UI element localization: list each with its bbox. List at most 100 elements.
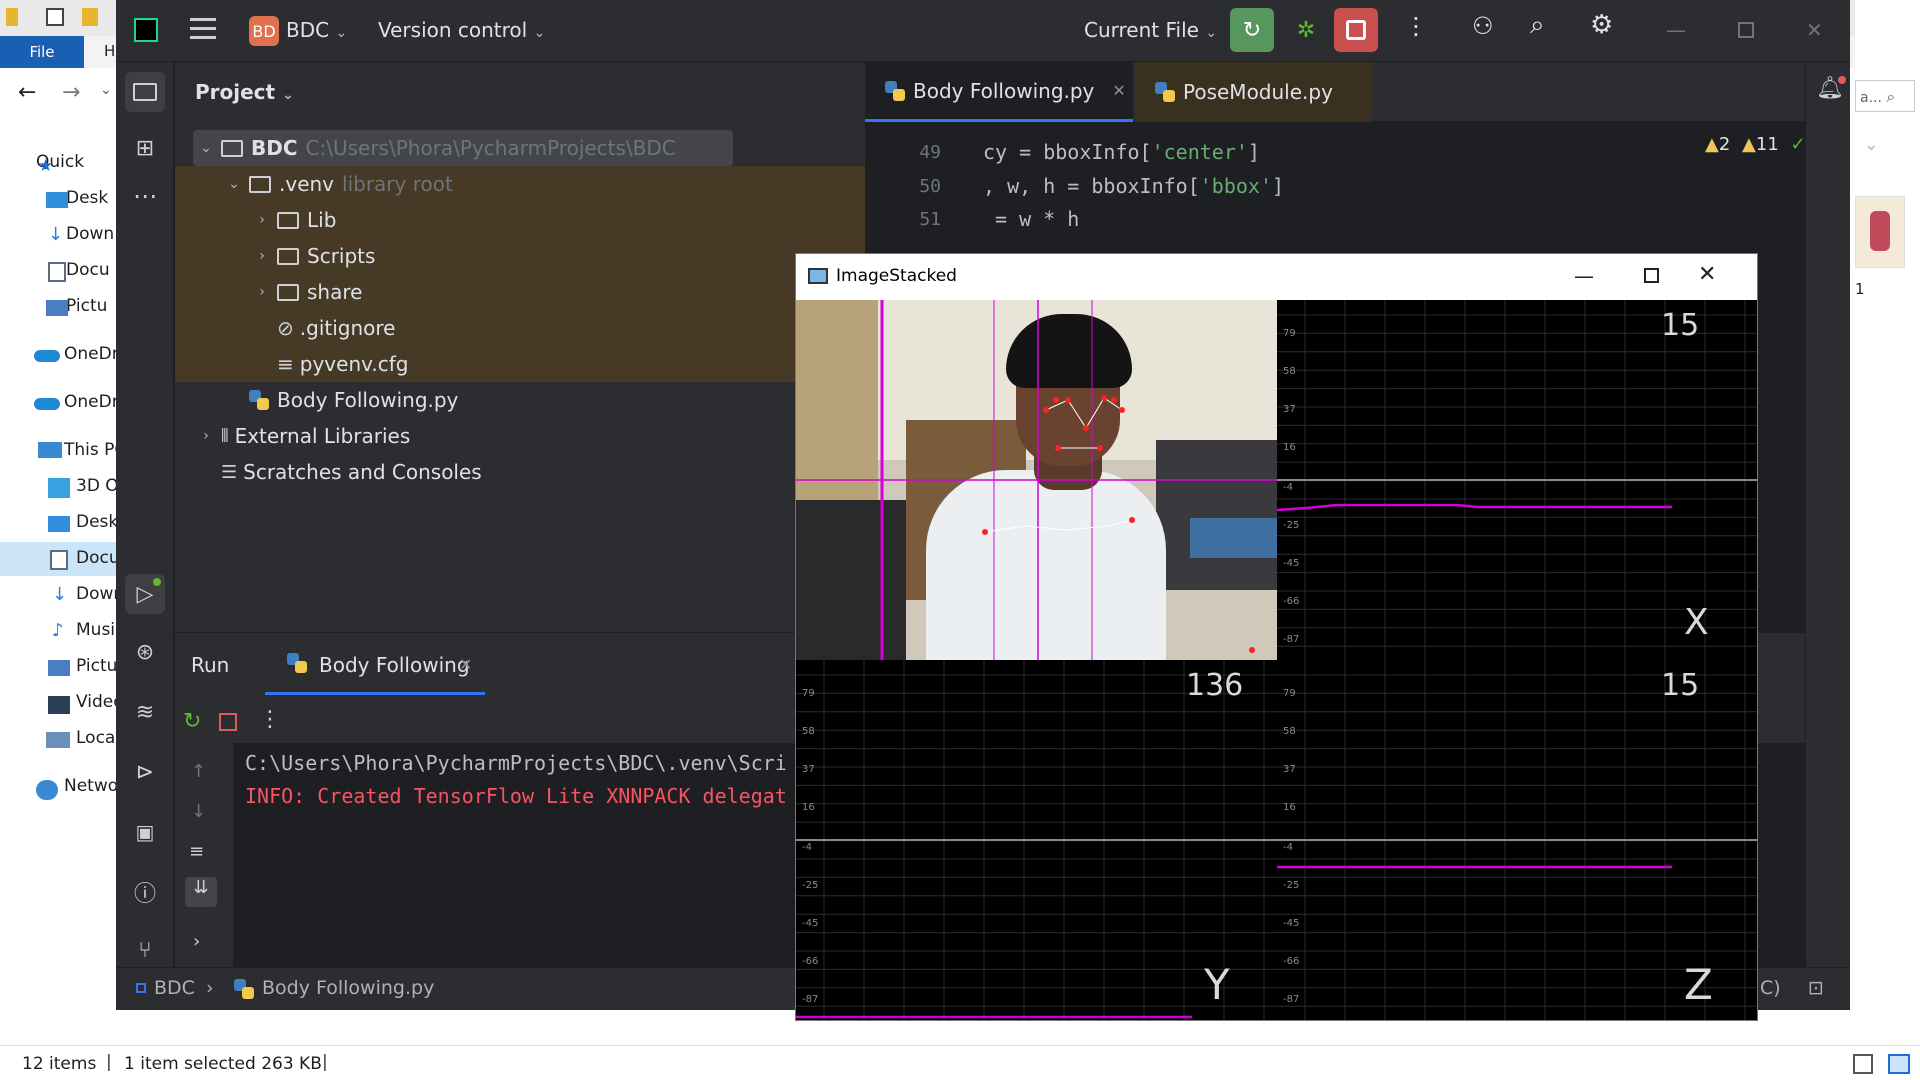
tick-label: 16 xyxy=(1283,442,1296,453)
large-icons-view-icon[interactable] xyxy=(1888,1054,1910,1074)
search-box[interactable]: a... ⌕ xyxy=(1855,80,1915,112)
notifications-bell-icon[interactable]: 🔔︎ xyxy=(1816,76,1846,101)
tab-label: Body Following.py xyxy=(913,78,1095,103)
status-separator: | xyxy=(106,1052,112,1072)
terminal-icon[interactable]: ▣ xyxy=(125,812,165,852)
close-tab-icon[interactable]: ✕ xyxy=(1112,81,1125,100)
tree-item-pyvenv-cfg[interactable]: ≡ pyvenv.cfg xyxy=(277,346,409,382)
run-config-selector[interactable]: Current File ⌄ xyxy=(1084,18,1217,42)
folder-icon[interactable] xyxy=(82,8,98,26)
project-badge[interactable]: BD xyxy=(249,16,279,46)
selection-info: 1 item selected 263 KB xyxy=(124,1054,322,1074)
services-icon[interactable]: ⊳ xyxy=(125,752,165,792)
stop-button[interactable] xyxy=(1334,8,1378,52)
ribbon-home-tab[interactable]: H xyxy=(104,42,115,60)
tree-item-scripts[interactable]: › Scripts xyxy=(253,238,375,274)
rerun-icon[interactable]: ↻ xyxy=(183,709,201,734)
breadcrumb-file[interactable]: Body Following.py xyxy=(262,977,434,999)
scroll-to-end-icon[interactable]: ⇊ xyxy=(185,877,217,907)
project-tool-folder-icon[interactable] xyxy=(125,72,165,112)
back-arrow-icon[interactable]: ← xyxy=(18,80,36,105)
stop-icon[interactable] xyxy=(219,713,237,731)
nav-item-local-disk[interactable]: Local xyxy=(76,728,116,748)
rerun-button[interactable]: ↻ xyxy=(1230,8,1274,52)
bug-icon: ✲ xyxy=(1296,17,1316,43)
tree-item-gitignore[interactable]: ⊘ .gitignore xyxy=(277,310,395,346)
3d-objects-icon xyxy=(48,478,70,498)
maximize-icon[interactable] xyxy=(1738,22,1754,38)
maximize-icon[interactable] xyxy=(1644,268,1659,283)
up-arrow-icon[interactable]: ↑ xyxy=(191,761,206,782)
code-line[interactable]: cy = bboxInfo['center'] xyxy=(983,140,1260,164)
project-panel-title[interactable]: Project ⌄ xyxy=(195,80,294,104)
tab-pose-module[interactable]: PoseModule.py xyxy=(1135,62,1371,122)
left-tool-strip: ⊞ ⋯ ▷ ⊛ ≋ ⊳ ▣ ⓘ ⑂ xyxy=(116,62,174,967)
run-tab-body-following[interactable]: Body Following ✕ xyxy=(265,633,485,695)
tree-item-share[interactable]: › share xyxy=(253,274,362,310)
main-menu-icon[interactable] xyxy=(190,18,216,40)
close-tab-icon[interactable]: ✕ xyxy=(459,655,472,674)
line-number: 50 xyxy=(919,176,941,197)
music-note-icon: ♪ xyxy=(52,620,64,641)
details-view-icon[interactable] xyxy=(1853,1054,1873,1074)
tree-item-label: share xyxy=(307,280,363,304)
recent-chevron-icon[interactable]: ⌄ xyxy=(100,82,112,98)
lock-icon[interactable]: ⊡ xyxy=(1808,977,1824,999)
search-icon[interactable]: ⌕ xyxy=(1530,10,1545,41)
structure-icon[interactable]: ⊞ xyxy=(125,128,165,168)
nav-item-documents[interactable]: Docu xyxy=(76,548,116,568)
project-name[interactable]: BDC ⌄ xyxy=(286,18,347,42)
nav-item-downloads[interactable]: Down xyxy=(76,584,116,604)
code-string: 'center' xyxy=(1151,140,1248,164)
inspection-widget[interactable]: ▲2 ▲11 ✓7 ⌃ ⌄ xyxy=(1705,134,1879,155)
ribbon-file-tab[interactable]: File xyxy=(0,36,84,68)
more-actions-icon[interactable]: ⋮ xyxy=(1404,12,1428,40)
tick-label: 37 xyxy=(802,764,815,775)
forward-arrow-icon[interactable]: → xyxy=(62,80,80,105)
code-line[interactable]: = w * h xyxy=(983,207,1079,231)
nav-item-desktop[interactable]: Desk xyxy=(76,512,116,532)
nav-item-3d-objects[interactable]: 3D O xyxy=(76,476,116,496)
tab-body-following[interactable]: Body Following.py ✕ xyxy=(865,62,1133,122)
breadcrumb-project[interactable]: BDC xyxy=(154,977,195,999)
nav-item-music[interactable]: Musi xyxy=(76,620,116,640)
more-options-icon[interactable]: ⋮ xyxy=(259,707,281,732)
tree-item-body-following[interactable]: Body Following.py xyxy=(249,382,458,418)
tree-item-bdc[interactable]: ⌄ BDC C:\Users\Phora\PycharmProjects\BDC xyxy=(197,130,676,166)
code-line[interactable]: , w, h = bboxInfo['bbox'] xyxy=(983,174,1284,198)
close-icon[interactable]: ✕ xyxy=(1806,18,1823,42)
tree-item-external-libraries[interactable]: › ⫴ External Libraries xyxy=(197,418,410,454)
run-tool-icon[interactable]: ▷ xyxy=(125,574,165,614)
expand-icon[interactable]: › xyxy=(193,931,200,952)
run-panel-title: Run xyxy=(191,653,230,677)
python-packages-icon[interactable]: ⊛ xyxy=(125,632,165,672)
tree-item-lib[interactable]: › Lib xyxy=(253,202,336,238)
tick-label: -4 xyxy=(1283,842,1293,853)
settings-gear-icon[interactable]: ⚙ xyxy=(1590,10,1613,40)
tick-label: -4 xyxy=(1283,482,1293,493)
nav-item-videos[interactable]: Video xyxy=(76,692,116,712)
down-arrow-icon[interactable]: ↓ xyxy=(191,801,206,822)
code-with-me-icon[interactable]: ⚇ xyxy=(1472,12,1494,40)
nav-item-pictures[interactable]: Pictu xyxy=(76,656,116,676)
minimize-icon[interactable]: — xyxy=(1574,264,1594,288)
soft-wrap-icon[interactable]: ≡ xyxy=(189,841,204,862)
next-highlight-icon[interactable]: ⌄ xyxy=(1864,134,1879,155)
file-thumbnail[interactable] xyxy=(1855,196,1905,268)
tree-item-scratches[interactable]: ☰ Scratches and Consoles xyxy=(221,454,482,490)
layers-icon[interactable]: ≋ xyxy=(125,692,165,732)
problems-icon[interactable]: ⓘ xyxy=(125,872,165,912)
tree-item-label: Scripts xyxy=(307,244,376,268)
status-encoding[interactable]: C) xyxy=(1760,977,1781,999)
tree-item-venv[interactable]: ⌄ .venv library root xyxy=(225,166,453,202)
checklist-icon[interactable] xyxy=(46,8,64,26)
document-icon xyxy=(50,550,68,570)
more-tools-icon[interactable]: ⋯ xyxy=(125,176,165,216)
minimize-icon[interactable]: — xyxy=(1666,18,1686,42)
git-icon[interactable]: ⑂ xyxy=(125,930,165,970)
debug-button[interactable]: ✲ xyxy=(1284,8,1328,52)
version-control-menu[interactable]: Version control ⌄ xyxy=(378,18,545,42)
close-icon[interactable]: ✕ xyxy=(1698,262,1716,287)
tick-label: -45 xyxy=(1283,918,1299,929)
y-plot-label: Y xyxy=(1204,960,1230,1009)
